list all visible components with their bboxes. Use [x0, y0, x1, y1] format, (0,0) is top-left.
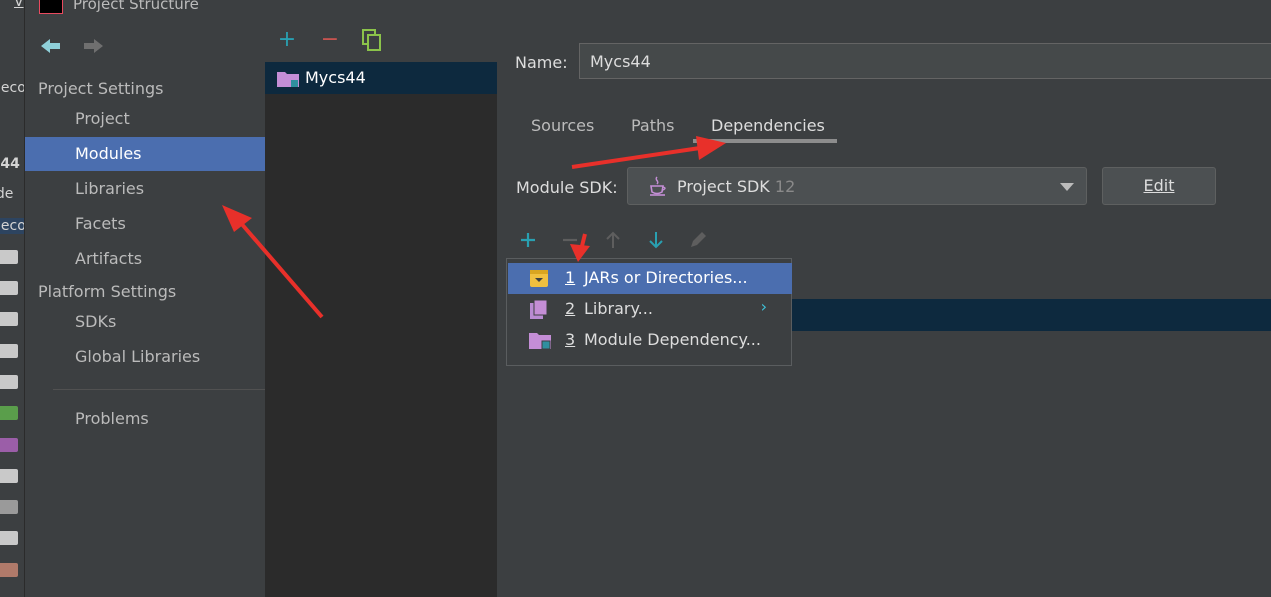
folder-icon [0, 563, 18, 577]
move-up-icon[interactable] [602, 228, 624, 252]
tab-paths[interactable]: Paths [631, 116, 674, 135]
sidebar-item-project[interactable]: Project [25, 102, 265, 136]
submenu-arrow-icon: › [760, 297, 767, 316]
intellij-logo-icon [39, 0, 63, 14]
forward-arrow-icon[interactable] [81, 36, 105, 56]
module-sdk-dropdown[interactable]: Project SDK 12 [627, 167, 1087, 205]
move-down-icon[interactable] [645, 228, 667, 252]
modules-toolbar: + − [265, 20, 497, 62]
menu-item-module-dependency[interactable]: 3 Module Dependency... [508, 325, 792, 356]
folder-icon [0, 375, 18, 389]
folder-icon [0, 281, 18, 295]
module-name-field[interactable] [579, 43, 1271, 79]
menu-item-number: 3 [565, 330, 576, 349]
sidebar-item-libraries[interactable]: Libraries [25, 172, 265, 206]
menu-item-jars-or-directories[interactable]: 1 JARs or Directories... [508, 263, 792, 294]
sidebar-item-facets[interactable]: Facets [25, 207, 265, 241]
edit-sdk-button[interactable]: Edit [1102, 167, 1216, 205]
menu-item-label: JARs or Directories... [584, 268, 748, 287]
add-dependency-popup: 1 JARs or Directories... 2 Library... › … [506, 258, 792, 366]
folder-icon [0, 344, 18, 358]
module-folder-icon [277, 72, 299, 87]
sidebar-item-global-libraries[interactable]: Global Libraries [25, 340, 265, 374]
library-icon [530, 299, 548, 319]
sidebar-divider [53, 389, 279, 390]
menu-item-label: Library... [584, 299, 653, 318]
copy-module-icon[interactable] [361, 28, 383, 52]
sidebar-item-label: Project [75, 109, 130, 128]
settings-sidebar: Project Settings Project Modules Librari… [25, 20, 279, 597]
gutter-label: deco [0, 218, 24, 234]
module-sdk-label: Module SDK: [516, 178, 618, 197]
remove-module-icon[interactable]: − [320, 29, 340, 51]
sidebar-item-label: SDKs [75, 312, 117, 331]
gutter-label: V [14, 0, 24, 10]
menu-item-number: 1 [565, 268, 576, 287]
platform-settings-heading: Platform Settings [38, 282, 177, 301]
sidebar-item-label: Libraries [75, 179, 145, 198]
tab-sources[interactable]: Sources [531, 116, 594, 135]
sidebar-item-label: Problems [75, 409, 149, 428]
menu-item-label: Module Dependency... [584, 330, 761, 349]
folder-icon [0, 469, 18, 483]
gutter-label: s44 [0, 156, 20, 172]
menu-item-number: 2 [565, 299, 576, 318]
folder-icon [0, 250, 18, 264]
tab-dependencies[interactable]: Dependencies [711, 116, 825, 135]
gutter-label: ide [0, 186, 14, 202]
folder-icon [0, 438, 18, 452]
ide-background-gutter: V deco s44 ide deco [0, 0, 24, 597]
java-cup-icon [650, 176, 666, 196]
sdk-version: 12 [774, 177, 796, 196]
name-label: Name: [515, 53, 568, 72]
dialog-title: Project Structure [73, 0, 199, 13]
modules-list: Mycs44 [265, 62, 497, 597]
folder-icon [0, 406, 18, 420]
folder-icon [0, 500, 18, 514]
back-arrow-icon[interactable] [39, 36, 63, 56]
sidebar-item-label: Modules [75, 144, 142, 163]
module-name: Mycs44 [305, 68, 366, 87]
list-item[interactable]: Mycs44 [265, 62, 497, 94]
add-module-icon[interactable]: + [277, 29, 297, 51]
sidebar-item-label: Facets [75, 214, 126, 233]
module-icon [529, 333, 551, 350]
remove-dependency-icon[interactable] [559, 228, 581, 252]
sidebar-item-label: Artifacts [75, 249, 143, 268]
add-dependency-icon[interactable] [517, 228, 539, 252]
folder-icon [0, 312, 18, 326]
gutter-label: deco [0, 80, 24, 96]
folder-icon [0, 531, 18, 545]
sidebar-item-artifacts[interactable]: Artifacts [25, 242, 265, 276]
modules-panel: + − Mycs44 [265, 20, 497, 597]
sidebar-item-label: Global Libraries [75, 347, 201, 366]
jar-icon [530, 270, 548, 287]
sdk-value: Project SDK [677, 177, 770, 196]
edit-pencil-icon[interactable] [687, 228, 709, 252]
sidebar-item-sdks[interactable]: SDKs [25, 305, 265, 339]
menu-item-library[interactable]: 2 Library... › [508, 294, 792, 325]
chevron-down-icon [1060, 183, 1074, 191]
sidebar-item-problems[interactable]: Problems [25, 402, 265, 436]
project-settings-heading: Project Settings [38, 79, 164, 98]
dialog-title-bar[interactable]: Project Structure [25, 0, 1271, 20]
active-tab-indicator [693, 139, 837, 143]
sidebar-item-modules[interactable]: Modules [25, 137, 265, 171]
